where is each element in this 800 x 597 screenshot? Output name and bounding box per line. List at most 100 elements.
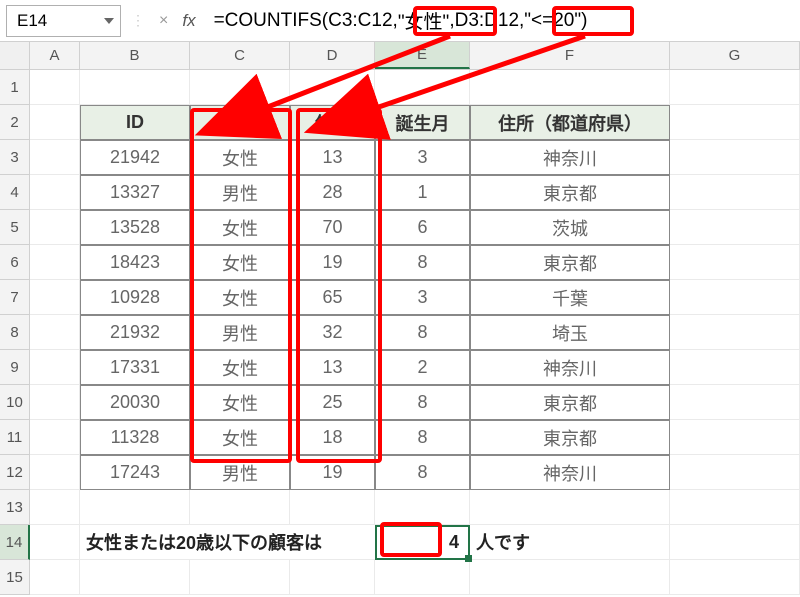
cell-id[interactable]: 17331 [80, 350, 190, 385]
cell-gender[interactable]: 女性 [190, 350, 290, 385]
table-row: 10928女性653千葉 [30, 280, 800, 315]
cell-pref[interactable]: 東京都 [470, 385, 670, 420]
cell-month[interactable]: 6 [375, 210, 470, 245]
cell-month[interactable]: 8 [375, 245, 470, 280]
cancel-icon[interactable]: × [155, 12, 172, 30]
cell-id[interactable]: 13528 [80, 210, 190, 245]
formula-range1: C3:C12 [328, 10, 392, 32]
cell-gender[interactable]: 女性 [190, 385, 290, 420]
table-row: 13528女性706茨城 [30, 210, 800, 245]
fx-icon[interactable]: fx [178, 11, 199, 31]
cell-gender[interactable]: 男性 [190, 175, 290, 210]
cell-month[interactable]: 1 [375, 175, 470, 210]
header-month[interactable]: 誕生月 [375, 105, 470, 140]
col-header-B[interactable]: B [80, 42, 190, 69]
cell-id[interactable]: 20030 [80, 385, 190, 420]
cell-age[interactable]: 19 [290, 245, 375, 280]
row-header[interactable]: 11 [0, 420, 30, 455]
row-header[interactable]: 7 [0, 280, 30, 315]
cell-gender[interactable]: 女性 [190, 280, 290, 315]
formula-input[interactable]: =COUNTIFS(C3:C12,"女性",D3:D12,"<=20") [206, 5, 794, 37]
cell-month[interactable]: 3 [375, 140, 470, 175]
row-header[interactable]: 15 [0, 560, 30, 595]
cell-id[interactable]: 21942 [80, 140, 190, 175]
cell-age[interactable]: 70 [290, 210, 375, 245]
col-header-C[interactable]: C [190, 42, 290, 69]
chevron-down-icon[interactable] [104, 18, 114, 24]
cell-age[interactable]: 28 [290, 175, 375, 210]
table-row: 18423女性198東京都 [30, 245, 800, 280]
cell-gender[interactable]: 女性 [190, 420, 290, 455]
header-gender[interactable]: 性別 [190, 105, 290, 140]
row-header[interactable]: 5 [0, 210, 30, 245]
col-header-E[interactable]: E [375, 42, 470, 69]
col-header-D[interactable]: D [290, 42, 375, 69]
row-header[interactable]: 4 [0, 175, 30, 210]
row-header[interactable]: 3 [0, 140, 30, 175]
name-box-value: E14 [17, 11, 47, 31]
cell-pref[interactable]: 東京都 [470, 245, 670, 280]
col-header-A[interactable]: A [30, 42, 80, 69]
cell-pref[interactable]: 茨城 [470, 210, 670, 245]
cell-gender[interactable]: 男性 [190, 315, 290, 350]
cell-month[interactable]: 3 [375, 280, 470, 315]
table-row: 21942女性133神奈川 [30, 140, 800, 175]
formula-bar: E14 ⋮ × fx =COUNTIFS(C3:C12,"女性",D3:D12,… [0, 0, 800, 42]
col-header-F[interactable]: F [470, 42, 670, 69]
row-header[interactable]: 8 [0, 315, 30, 350]
result-value[interactable]: 4 [375, 525, 470, 560]
formula-text-prefix: =COUNTIFS( [214, 10, 329, 32]
select-all-corner[interactable] [0, 42, 30, 69]
cell-id[interactable]: 11328 [80, 420, 190, 455]
cell-gender[interactable]: 女性 [190, 140, 290, 175]
result-label-pre[interactable]: 女性または20歳以下の顧客は [80, 525, 190, 560]
cell-age[interactable]: 13 [290, 140, 375, 175]
table-row [30, 70, 800, 105]
cell-pref[interactable]: 神奈川 [470, 350, 670, 385]
table-row: 女性または20歳以下の顧客は 4 人です [30, 525, 800, 560]
cell-age[interactable]: 25 [290, 385, 375, 420]
cell-id[interactable]: 13327 [80, 175, 190, 210]
cell-id[interactable]: 18423 [80, 245, 190, 280]
header-pref[interactable]: 住所（都道府県） [470, 105, 670, 140]
table-row: 13327男性281東京都 [30, 175, 800, 210]
name-box[interactable]: E14 [6, 5, 121, 37]
cell-age[interactable]: 32 [290, 315, 375, 350]
row-header[interactable]: 2 [0, 105, 30, 140]
cell-id[interactable]: 10928 [80, 280, 190, 315]
table-row: 17331女性132神奈川 [30, 350, 800, 385]
cell-age[interactable]: 65 [290, 280, 375, 315]
cell-month[interactable]: 8 [375, 385, 470, 420]
row-header[interactable]: 14 [0, 525, 30, 560]
cell-age[interactable]: 18 [290, 420, 375, 455]
row-header[interactable]: 9 [0, 350, 30, 385]
cell-gender[interactable]: 女性 [190, 245, 290, 280]
cell-month[interactable]: 8 [375, 455, 470, 490]
row-header[interactable]: 6 [0, 245, 30, 280]
cell-pref[interactable]: 神奈川 [470, 140, 670, 175]
row-header[interactable]: 10 [0, 385, 30, 420]
row-header[interactable]: 12 [0, 455, 30, 490]
cell-pref[interactable]: 千葉 [470, 280, 670, 315]
header-id[interactable]: ID [80, 105, 190, 140]
cell-age[interactable]: 19 [290, 455, 375, 490]
col-header-G[interactable]: G [670, 42, 800, 69]
row-headers: 1 2 3 4 5 6 7 8 9 10 11 12 13 14 15 [0, 70, 30, 595]
cell-gender[interactable]: 男性 [190, 455, 290, 490]
result-label-post[interactable]: 人です [470, 525, 670, 560]
cell-pref[interactable]: 神奈川 [470, 455, 670, 490]
row-header[interactable]: 1 [0, 70, 30, 105]
cell-id[interactable]: 21932 [80, 315, 190, 350]
cell-age[interactable]: 13 [290, 350, 375, 385]
cell-month[interactable]: 8 [375, 315, 470, 350]
cell-id[interactable]: 17243 [80, 455, 190, 490]
separator-icon: ⋮ [127, 12, 149, 29]
header-age[interactable]: 年齢 [290, 105, 375, 140]
row-header[interactable]: 13 [0, 490, 30, 525]
cell-pref[interactable]: 東京都 [470, 420, 670, 455]
cell-pref[interactable]: 埼玉 [470, 315, 670, 350]
cell-pref[interactable]: 東京都 [470, 175, 670, 210]
cell-gender[interactable]: 女性 [190, 210, 290, 245]
cell-month[interactable]: 2 [375, 350, 470, 385]
cell-month[interactable]: 8 [375, 420, 470, 455]
